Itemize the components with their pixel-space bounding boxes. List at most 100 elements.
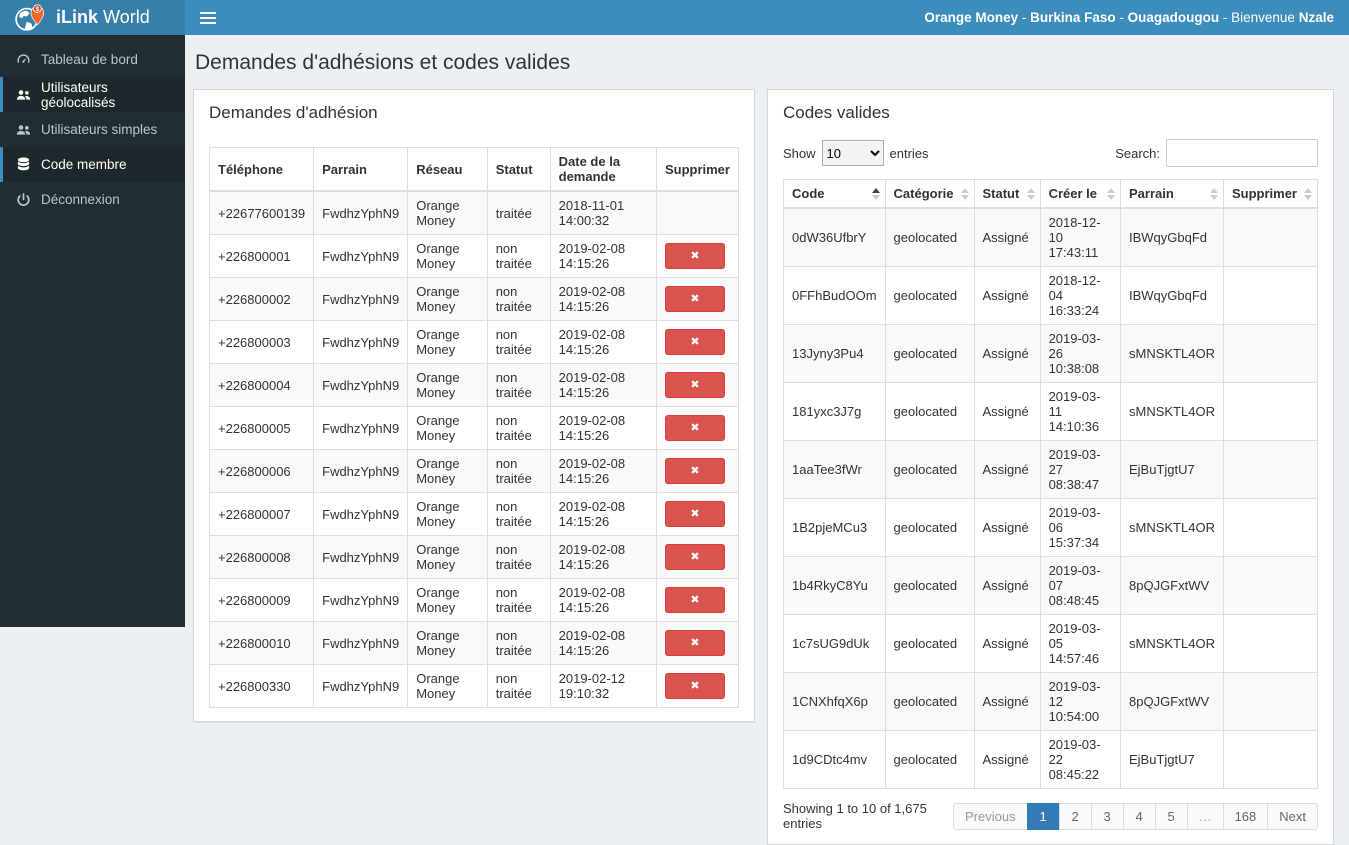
brand-light-text: World xyxy=(103,7,150,27)
col-header-supprimer-sortable[interactable]: Supprimer xyxy=(1222,179,1319,209)
table-row: +226800005 FwdhzYphN9 Orange Money non trai… xyxy=(208,406,740,450)
sidebar-item-tableau-de-bord[interactable]: Tableau de bord xyxy=(0,42,185,77)
user-info-city: Ouagadougou xyxy=(1127,10,1220,25)
table-row: +226800330 FwdhzYphN9 Orange Money non trai… xyxy=(208,664,740,708)
x-delete-icon: ✖ xyxy=(690,465,700,477)
users-icon xyxy=(16,124,31,135)
col-header-code-sortable[interactable]: Code xyxy=(783,179,886,209)
x-delete-icon: ✖ xyxy=(690,551,700,563)
delete-button[interactable]: ✖ xyxy=(664,415,725,441)
table-header-row: Code Catégorie Statut Créer le Parrain S… xyxy=(783,179,1319,209)
col-header-parrain: Parrain xyxy=(313,147,409,192)
sidebar-item-code-membre[interactable]: Code membre xyxy=(0,147,185,182)
demandes-panel: Demandes d'adhésion Téléphone Parrain Ré… xyxy=(193,89,755,722)
col-header-supprimer: Supprimer xyxy=(655,147,740,192)
delete-button[interactable]: ✖ xyxy=(664,630,725,656)
table-row: 1d9CDtc4mv geolocated Assigné 2019-03-22 08… xyxy=(783,730,1319,789)
pagination-page-button[interactable]: 3 xyxy=(1090,802,1124,830)
table-row: 181yxc3J7g geolocated Assigné 2019-03-11 14… xyxy=(783,382,1319,441)
col-header-statut-sortable[interactable]: Statut xyxy=(973,179,1041,209)
pagination-page-button[interactable]: 4 xyxy=(1122,802,1156,830)
pagination-page-button[interactable]: 5 xyxy=(1154,802,1188,830)
sidebar-item-utilisateurs-simples[interactable]: Utilisateurs simples xyxy=(0,112,185,147)
sidebar-item-deconnexion[interactable]: Déconnexion xyxy=(0,182,185,217)
col-header-statut: Statut xyxy=(486,147,551,192)
table-row: +226800010 FwdhzYphN9 Orange Money non trai… xyxy=(208,621,740,665)
sidebar-item-label: Utilisateurs simples xyxy=(41,122,158,137)
col-header-categorie-sortable[interactable]: Catégorie xyxy=(884,179,975,209)
table-row: 1c7sUG9dUk geolocated Assigné 2019-03-05 14… xyxy=(783,614,1319,673)
delete-button[interactable]: ✖ xyxy=(664,544,725,570)
delete-button[interactable]: ✖ xyxy=(664,458,725,484)
x-delete-icon: ✖ xyxy=(690,422,700,434)
brand-bold-text: iLink xyxy=(56,7,99,27)
table-row: 1CNXhfqX6p geolocated Assigné 2019-03-12 10… xyxy=(783,672,1319,731)
sort-icon xyxy=(960,187,969,200)
user-info-country: Burkina Faso xyxy=(1030,10,1116,25)
page-title: Demandes d'adhésions et codes valides xyxy=(195,51,571,74)
user-info: Orange Money - Burkina Faso - Ouagadougo… xyxy=(924,10,1334,25)
sort-asc-icon xyxy=(871,187,880,200)
brand-title: iLink World xyxy=(56,7,150,28)
sidebar-toggle-button[interactable] xyxy=(185,0,230,35)
col-header-creer-le-sortable[interactable]: Créer le xyxy=(1039,179,1122,209)
database-icon xyxy=(17,157,30,171)
x-delete-icon: ✖ xyxy=(690,250,700,262)
users-icon xyxy=(16,89,31,100)
table-row: 13Jyny3Pu4 geolocated Assigné 2019-03-26 10… xyxy=(783,324,1319,383)
username-text: Nzale xyxy=(1298,10,1334,25)
delete-button[interactable]: ✖ xyxy=(664,286,725,312)
table-row: +226800008 FwdhzYphN9 Orange Money non trai… xyxy=(208,535,740,579)
x-delete-icon: ✖ xyxy=(690,594,700,606)
delete-button[interactable]: ✖ xyxy=(664,501,725,527)
col-header-date: Date de la demande xyxy=(549,147,657,192)
table-row: 1b4RkyC8Yu geolocated Assigné 2019-03-07 08… xyxy=(783,556,1319,615)
codes-table: Code Catégorie Statut Créer le Parrain S… xyxy=(783,179,1319,789)
delete-button[interactable]: ✖ xyxy=(664,587,725,613)
col-header-telephone: Téléphone xyxy=(208,147,315,192)
delete-button[interactable]: ✖ xyxy=(664,372,725,398)
delete-button[interactable]: ✖ xyxy=(664,243,725,269)
table-info-text: Showing 1 to 10 of 1,675 entries xyxy=(783,801,927,831)
top-navbar: $ iLink World Orange Money - Burkina Fas… xyxy=(0,0,1349,35)
pagination-ellipsis: … xyxy=(1186,802,1224,830)
demandes-panel-title: Demandes d'adhésion xyxy=(209,103,378,122)
table-row: +226800006 FwdhzYphN9 Orange Money non trai… xyxy=(208,449,740,493)
x-delete-icon: ✖ xyxy=(690,637,700,649)
x-delete-icon: ✖ xyxy=(690,336,700,348)
page-length-select[interactable]: 10 xyxy=(821,140,884,166)
table-row: +226800002 FwdhzYphN9 Orange Money non trai… xyxy=(208,277,740,321)
x-delete-icon: ✖ xyxy=(690,680,700,692)
pagination-previous-button[interactable]: Previous xyxy=(952,802,1028,830)
pagination-page-button[interactable]: 1 xyxy=(1026,802,1060,830)
user-info-org: Orange Money xyxy=(924,10,1019,25)
codes-panel-title: Codes valides xyxy=(783,103,890,122)
demandes-table: Téléphone Parrain Réseau Statut Date de … xyxy=(208,147,740,708)
col-header-parrain-sortable[interactable]: Parrain xyxy=(1120,179,1224,209)
sidebar: Tableau de bord Utilisateurs géolocalisé… xyxy=(0,35,185,627)
x-delete-icon: ✖ xyxy=(690,293,700,305)
show-label: Show xyxy=(783,145,816,161)
table-row: +226800004 FwdhzYphN9 Orange Money non trai… xyxy=(208,363,740,407)
sidebar-item-label: Code membre xyxy=(41,157,127,172)
brand-logo[interactable]: $ iLink World xyxy=(0,0,185,35)
table-row: +226800009 FwdhzYphN9 Orange Money non trai… xyxy=(208,578,740,622)
pagination: Previous 1 2 3 4 5 … 168 Next xyxy=(952,802,1318,830)
power-icon xyxy=(17,192,30,206)
delete-button[interactable]: ✖ xyxy=(664,329,725,355)
pagination-next-button[interactable]: Next xyxy=(1267,802,1318,830)
dashboard-icon xyxy=(17,54,30,64)
table-row: +226800001 FwdhzYphN9 Orange Money non trai… xyxy=(208,234,740,278)
main-content: Demandes d'adhésions et codes valides De… xyxy=(185,35,1349,845)
pagination-page-button[interactable]: 168 xyxy=(1222,802,1269,830)
pagination-page-button[interactable]: 2 xyxy=(1058,802,1092,830)
sidebar-item-utilisateurs-geolocalises[interactable]: Utilisateurs géolocalisés xyxy=(0,77,185,112)
x-delete-icon: ✖ xyxy=(690,508,700,520)
sort-icon xyxy=(1026,187,1035,200)
table-row: +22677600139 FwdhzYphN9 Orange Money traité… xyxy=(208,190,740,235)
globe-pin-logo-icon: $ xyxy=(14,2,48,33)
table-row: 1B2pjeMCu3 geolocated Assigné 2019-03-06 15… xyxy=(783,498,1319,557)
search-input[interactable] xyxy=(1166,139,1318,167)
delete-button[interactable]: ✖ xyxy=(664,673,725,699)
search-control: Search: xyxy=(1115,139,1318,167)
